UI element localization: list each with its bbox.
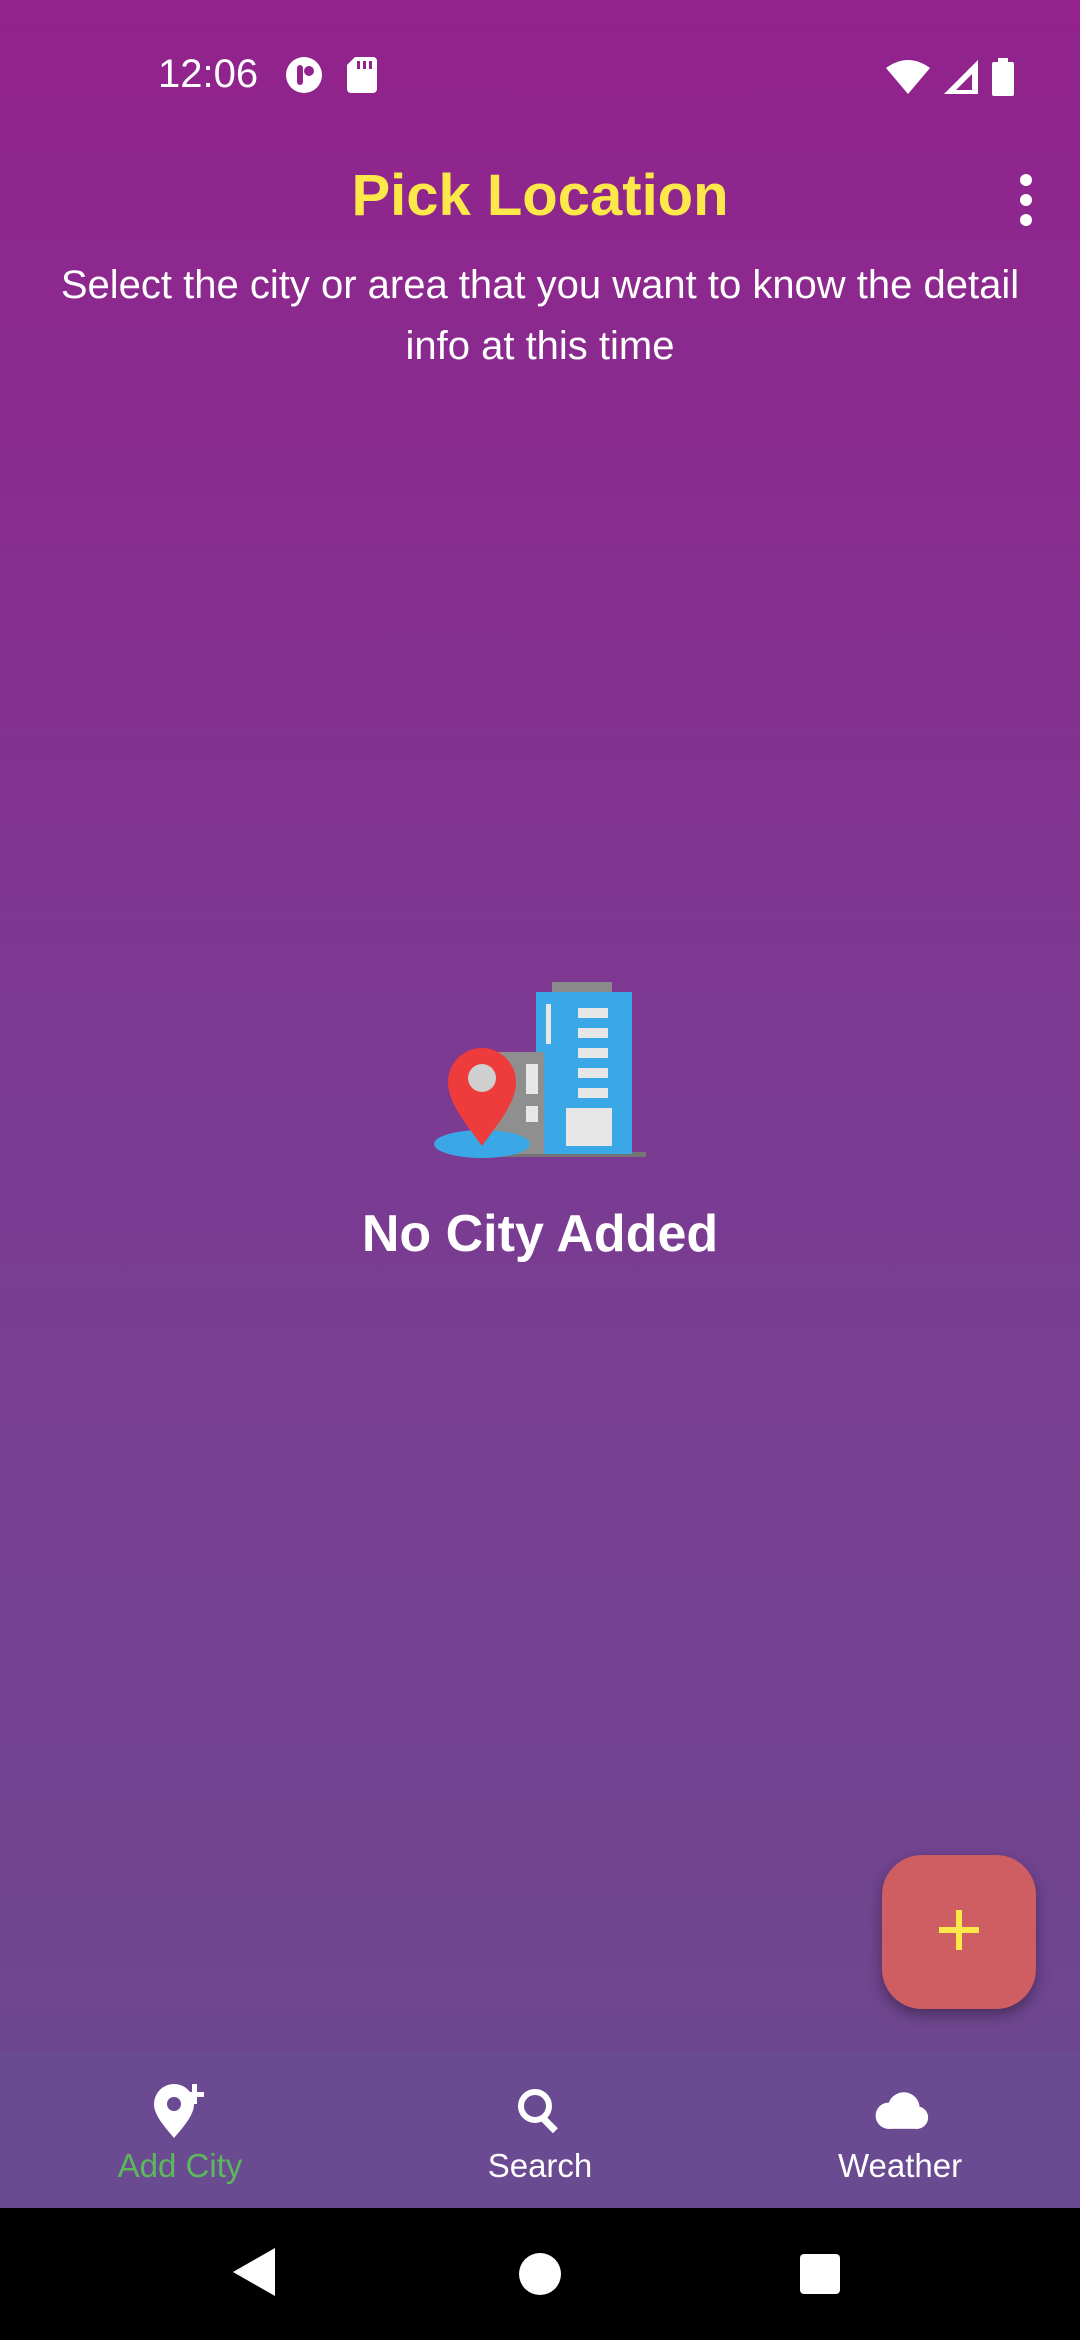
- status-bar: 12:06: [0, 0, 1080, 150]
- cell-signal-icon: [944, 60, 978, 99]
- nav-label-weather: Weather: [837, 2147, 963, 2184]
- wifi-icon: [886, 60, 930, 99]
- search-icon: [510, 2081, 570, 2141]
- system-navigation-bar: [0, 2208, 1080, 2340]
- more-options-button[interactable]: [1002, 170, 1050, 230]
- plus-icon: [935, 1906, 983, 1959]
- cloud-icon: [870, 2081, 930, 2141]
- more-vert-icon-dot: [1020, 194, 1032, 206]
- recent-apps-icon[interactable]: [800, 2254, 840, 2294]
- nav-item-weather[interactable]: Weather: [720, 2051, 1080, 2208]
- empty-state-message: No City Added: [361, 1205, 719, 1263]
- nav-item-add-city[interactable]: Add City: [0, 2051, 360, 2208]
- nav-item-search[interactable]: Search: [360, 2051, 720, 2208]
- status-icons-right: [886, 58, 1014, 101]
- home-icon[interactable]: [519, 2253, 561, 2295]
- page-title: Pick Location: [351, 163, 729, 228]
- more-vert-icon-dot: [1020, 214, 1032, 226]
- add-city-fab[interactable]: [882, 1855, 1036, 2009]
- nav-label-search: Search: [487, 2147, 593, 2184]
- add-location-icon: [150, 2081, 210, 2141]
- nav-label-add-city: Add City: [117, 2147, 243, 2184]
- sd-card-icon: [347, 57, 377, 98]
- page-subtitle: Select the city or area that you want to…: [60, 263, 1020, 368]
- status-time: 12:06: [158, 52, 259, 96]
- app-screen: 12:06 Pick Location Select the city or a…: [0, 0, 1080, 2340]
- bottom-navigation: Add City Search Weather: [0, 2051, 1080, 2208]
- battery-icon: [992, 58, 1014, 101]
- more-vert-icon: [1020, 174, 1032, 186]
- status-icons-left: [285, 56, 377, 99]
- city-location-illustration: [430, 978, 650, 1166]
- back-icon[interactable]: [233, 2248, 275, 2301]
- app-notification-icon: [285, 56, 323, 99]
